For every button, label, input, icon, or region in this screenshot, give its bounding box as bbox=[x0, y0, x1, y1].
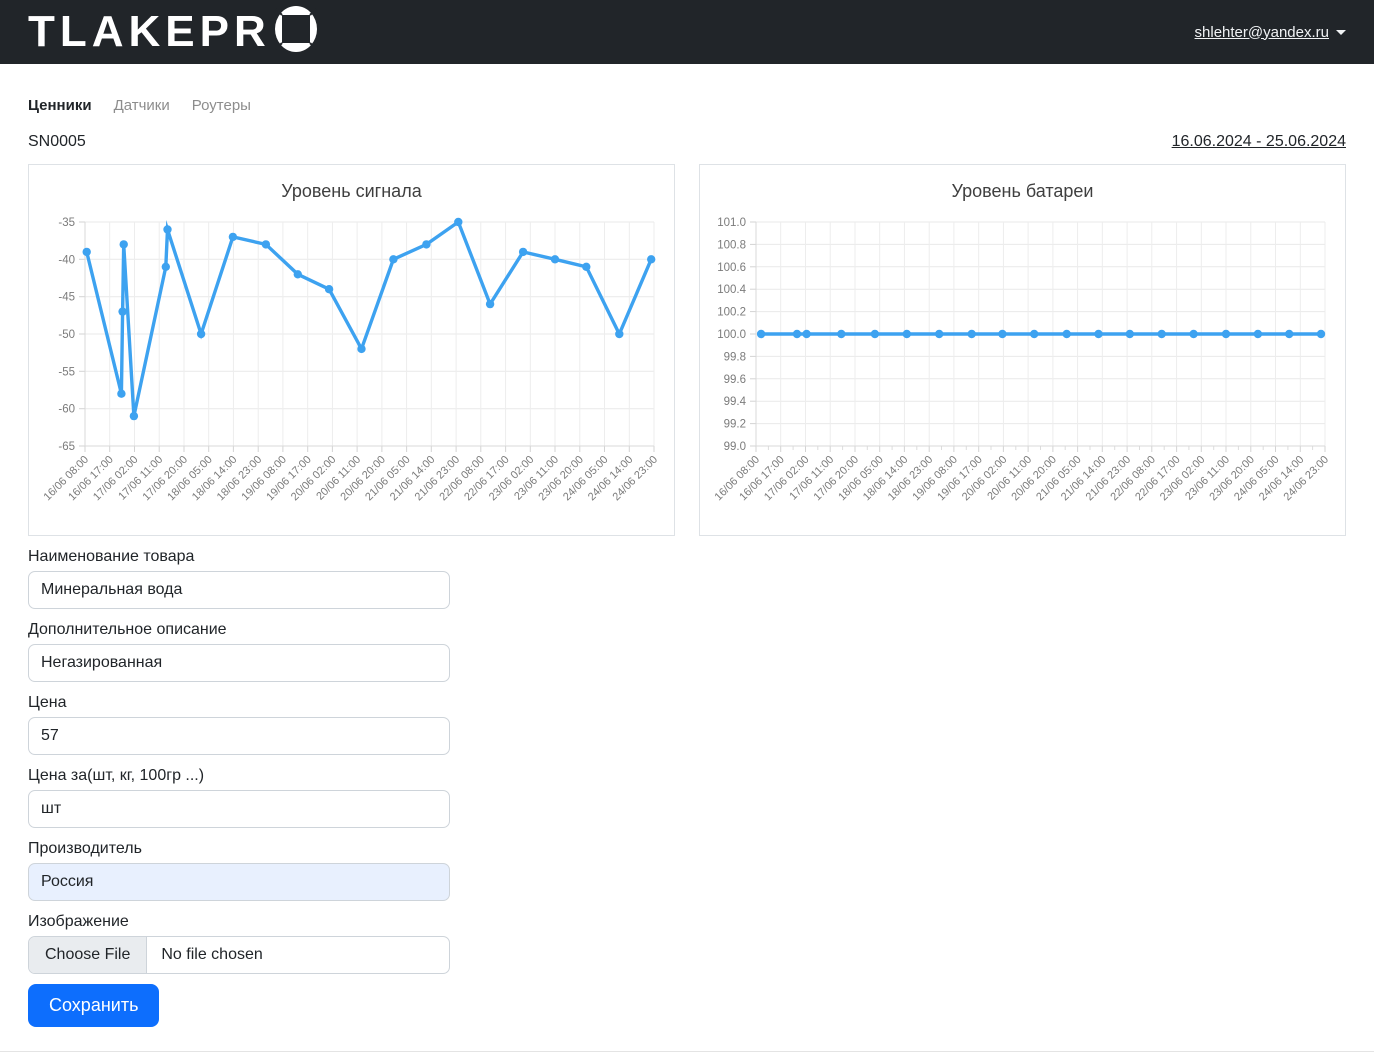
signal-chart-card: Уровень сигнала -35-40-45-50-55-60-6516/… bbox=[28, 164, 675, 536]
svg-text:-65: -65 bbox=[58, 441, 75, 453]
unit-label: Цена за(шт, кг, 100гр ...) bbox=[28, 767, 450, 785]
svg-text:-45: -45 bbox=[58, 292, 75, 304]
tab-sensors[interactable]: Датчики bbox=[114, 97, 170, 114]
caret-down-icon bbox=[1336, 30, 1346, 35]
description-input[interactable] bbox=[28, 644, 450, 682]
battery-chart-title: Уровень батареи bbox=[700, 181, 1345, 202]
manufacturer-input[interactable] bbox=[28, 863, 450, 901]
signal-chart[interactable]: -35-40-45-50-55-60-6516/06 08:0016/06 17… bbox=[29, 202, 674, 532]
footer: Тех. поддержка - support@tlakepro.com bbox=[0, 1051, 1374, 1064]
file-status: No file chosen bbox=[147, 937, 262, 973]
price-label: Цена bbox=[28, 694, 450, 712]
svg-text:99.6: 99.6 bbox=[724, 374, 746, 386]
svg-text:99.4: 99.4 bbox=[724, 396, 747, 408]
svg-text:-55: -55 bbox=[58, 366, 75, 378]
svg-text:99.0: 99.0 bbox=[724, 441, 746, 453]
unit-input[interactable] bbox=[28, 790, 450, 828]
app-logo[interactable]: TLAKEPR bbox=[28, 2, 319, 62]
choose-file-button[interactable]: Choose File bbox=[29, 937, 147, 973]
product-name-input[interactable] bbox=[28, 571, 450, 609]
battery-chart-card: Уровень батареи 101.0 100.8 100.6 100.4 100.… bbox=[699, 164, 1346, 536]
serial-number: SN0005 bbox=[28, 133, 86, 151]
svg-text:100.6: 100.6 bbox=[717, 262, 746, 274]
svg-text:-50: -50 bbox=[58, 329, 75, 341]
price-input[interactable] bbox=[28, 717, 450, 755]
save-button[interactable]: Сохранить bbox=[28, 984, 159, 1027]
logo-aperture-o-icon bbox=[271, 2, 319, 62]
description-label: Дополнительное описание bbox=[28, 621, 450, 639]
tab-pricetags[interactable]: Ценники bbox=[28, 97, 92, 114]
product-form: Наименование товара Дополнительное описа… bbox=[28, 548, 450, 1027]
app-header: TLAKEPR shlehter@yandex.ru bbox=[0, 0, 1374, 64]
svg-text:100.2: 100.2 bbox=[717, 307, 746, 319]
main-nav: Ценники Датчики Роутеры bbox=[28, 97, 1346, 114]
svg-text:99.2: 99.2 bbox=[724, 419, 746, 431]
svg-text:99.8: 99.8 bbox=[724, 351, 746, 363]
date-range-link[interactable]: 16.06.2024 - 25.06.2024 bbox=[1172, 133, 1346, 151]
svg-text:101.0: 101.0 bbox=[717, 217, 746, 229]
account-menu[interactable]: shlehter@yandex.ru bbox=[1195, 24, 1346, 41]
svg-text:100.8: 100.8 bbox=[717, 239, 746, 251]
tab-routers[interactable]: Роутеры bbox=[192, 97, 251, 114]
image-file-input[interactable]: Choose File No file chosen bbox=[28, 936, 450, 974]
logo-text: TLAKEPR bbox=[28, 10, 271, 54]
support-text: Тех. поддержка - support@tlakepro.com bbox=[0, 1052, 1374, 1064]
svg-text:100.4: 100.4 bbox=[717, 284, 746, 296]
svg-text:-35: -35 bbox=[58, 217, 75, 229]
image-label: Изображение bbox=[28, 913, 450, 931]
battery-chart[interactable]: 101.0 100.8 100.6 100.4 100.2 100.0 99.8 99.6 99… bbox=[700, 202, 1345, 532]
manufacturer-label: Производитель bbox=[28, 840, 450, 858]
svg-text:-60: -60 bbox=[58, 404, 75, 416]
svg-text:-40: -40 bbox=[58, 254, 75, 266]
signal-chart-title: Уровень сигнала bbox=[29, 181, 674, 202]
account-email: shlehter@yandex.ru bbox=[1195, 24, 1329, 41]
svg-text:100.0: 100.0 bbox=[717, 329, 746, 341]
product-name-label: Наименование товара bbox=[28, 548, 450, 566]
